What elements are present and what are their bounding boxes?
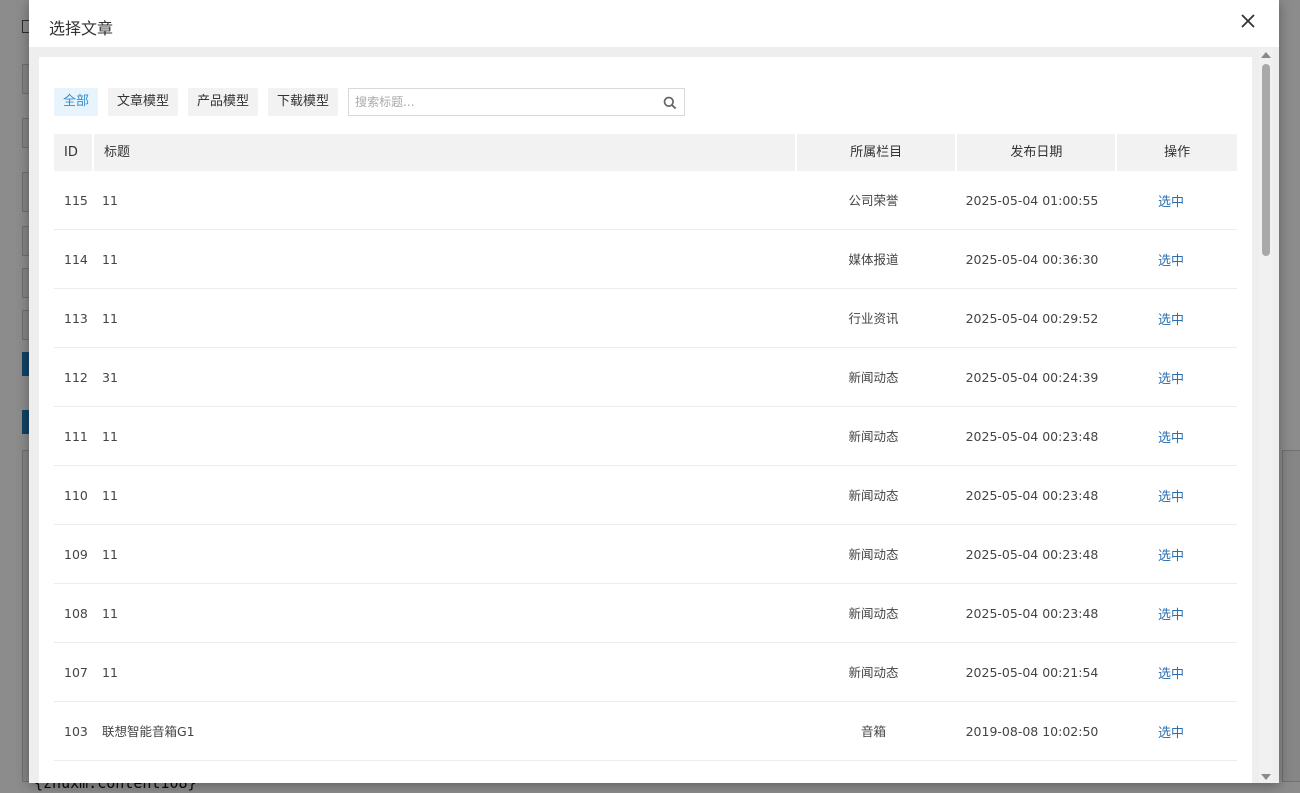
cell-title: 11	[102, 311, 118, 326]
cell-date: 2025-05-04 00:23:48	[965, 429, 1099, 444]
table-row: 113 11 行业资讯 2025-05-04 00:29:52 选中	[54, 289, 1237, 348]
dialog-scrollbar[interactable]	[1259, 49, 1273, 783]
cell-title: 11	[102, 665, 118, 680]
cell-date: 2025-05-04 00:24:39	[965, 370, 1099, 385]
cell-column: 新闻动态	[848, 488, 899, 503]
filter-tab-product-model[interactable]: 产品模型	[188, 88, 259, 116]
cell-action: 选中	[1111, 289, 1231, 347]
article-table: ID 标题 所属栏目 发布日期 操作 115 11 公司荣誉 2025-05-0…	[54, 134, 1237, 761]
cell-date: 2025-05-04 00:23:48	[965, 606, 1099, 621]
cell-title: 11	[102, 252, 118, 267]
select-link[interactable]: 选中	[1158, 726, 1184, 741]
search-input[interactable]	[349, 89, 662, 115]
cell-column: 媒体报道	[848, 252, 899, 267]
select-link[interactable]: 选中	[1158, 549, 1184, 564]
cell-date: 2025-05-04 00:23:48	[965, 488, 1099, 503]
table-row: 110 11 新闻动态 2025-05-04 00:23:48 选中	[54, 466, 1237, 525]
select-link[interactable]: 选中	[1158, 195, 1184, 210]
cell-column: 行业资讯	[848, 311, 899, 326]
cell-action: 选中	[1111, 584, 1231, 642]
cell-column: 音箱	[860, 724, 886, 739]
table-header: ID 标题 所属栏目 发布日期 操作	[54, 134, 1237, 171]
table-row: 112 31 新闻动态 2025-05-04 00:24:39 选中	[54, 348, 1237, 407]
table-row: 111 11 新闻动态 2025-05-04 00:23:48 选中	[54, 407, 1237, 466]
cell-id: 113	[64, 311, 88, 326]
filter-bar: 全部 文章模型 产品模型 下载模型	[54, 88, 686, 116]
cell-id: 111	[64, 429, 88, 444]
cell-action: 选中	[1111, 348, 1231, 406]
search-icon[interactable]	[663, 95, 677, 110]
cell-title: 11	[102, 488, 118, 503]
dialog-title: 选择文章	[49, 19, 114, 38]
select-link[interactable]: 选中	[1158, 313, 1184, 328]
cell-id: 112	[64, 370, 88, 385]
filter-tab-download-model[interactable]: 下载模型	[268, 88, 339, 116]
select-link[interactable]: 选中	[1158, 372, 1184, 387]
cell-title: 31	[102, 370, 118, 385]
cell-date: 2019-08-08 10:02:50	[965, 724, 1099, 739]
cell-id: 115	[64, 193, 88, 208]
cell-action: 选中	[1111, 230, 1231, 288]
cell-action: 选中	[1111, 702, 1231, 760]
select-link[interactable]: 选中	[1158, 254, 1184, 269]
cell-column: 新闻动态	[848, 370, 899, 385]
cell-action: 选中	[1111, 171, 1231, 229]
cell-date: 2025-05-04 01:00:55	[965, 193, 1099, 208]
header-action: 操作	[1117, 134, 1237, 171]
table-row: 115 11 公司荣誉 2025-05-04 01:00:55 选中	[54, 171, 1237, 230]
scrollbar-thumb[interactable]	[1262, 64, 1270, 256]
select-article-dialog: 选择文章 全部 文章模型 产品模型 下载模型 搜索标题... ID 标题 所属栏…	[29, 0, 1279, 783]
cell-date: 2025-05-04 00:29:52	[965, 311, 1099, 326]
table-row: 107 11 新闻动态 2025-05-04 00:21:54 选中	[54, 643, 1237, 702]
close-icon[interactable]	[1237, 10, 1259, 32]
select-link[interactable]: 选中	[1158, 431, 1184, 446]
table-row: 109 11 新闻动态 2025-05-04 00:23:48 选中	[54, 525, 1237, 584]
scroll-down-arrow-icon[interactable]	[1261, 774, 1271, 780]
search-box	[348, 88, 686, 116]
dialog-content: 全部 文章模型 产品模型 下载模型 ID 标题 所属栏目 发布日期 操	[39, 57, 1252, 783]
cell-date: 2025-05-04 00:21:54	[965, 665, 1099, 680]
cell-date: 2025-05-04 00:36:30	[965, 252, 1099, 267]
cell-column: 新闻动态	[848, 665, 899, 680]
cell-title: 11	[102, 193, 118, 208]
table-row: 103 联想智能音箱G1 音箱 2019-08-08 10:02:50 选中	[54, 702, 1237, 761]
select-link[interactable]: 选中	[1158, 608, 1184, 623]
dialog-header: 选择文章	[29, 0, 1279, 47]
cell-date: 2025-05-04 00:23:48	[965, 547, 1099, 562]
header-date: 发布日期	[957, 134, 1116, 171]
cell-column: 公司荣誉	[848, 193, 899, 208]
cell-id: 109	[64, 547, 88, 562]
filter-tab-article-model[interactable]: 文章模型	[108, 88, 179, 116]
cell-column: 新闻动态	[848, 606, 899, 621]
cell-action: 选中	[1111, 525, 1231, 583]
cell-id: 103	[64, 724, 88, 739]
select-link[interactable]: 选中	[1158, 667, 1184, 682]
cell-id: 107	[64, 665, 88, 680]
cell-title: 11	[102, 606, 118, 621]
table-row: 108 11 新闻动态 2025-05-04 00:23:48 选中	[54, 584, 1237, 643]
header-id: ID	[54, 134, 92, 171]
table-row: 114 11 媒体报道 2025-05-04 00:36:30 选中	[54, 230, 1237, 289]
select-link[interactable]: 选中	[1158, 490, 1184, 505]
cell-column: 新闻动态	[848, 547, 899, 562]
cell-column: 新闻动态	[848, 429, 899, 444]
cell-action: 选中	[1111, 407, 1231, 465]
cell-id: 108	[64, 606, 88, 621]
cell-action: 选中	[1111, 643, 1231, 701]
cell-id: 114	[64, 252, 88, 267]
cell-id: 110	[64, 488, 88, 503]
cell-title: 联想智能音箱G1	[102, 724, 195, 739]
header-title: 标题	[93, 134, 795, 171]
cell-title: 11	[102, 547, 118, 562]
scroll-up-arrow-icon[interactable]	[1261, 52, 1271, 58]
cell-title: 11	[102, 429, 118, 444]
header-column: 所属栏目	[796, 134, 956, 171]
filter-tab-all[interactable]: 全部	[54, 88, 99, 116]
cell-action: 选中	[1111, 466, 1231, 524]
